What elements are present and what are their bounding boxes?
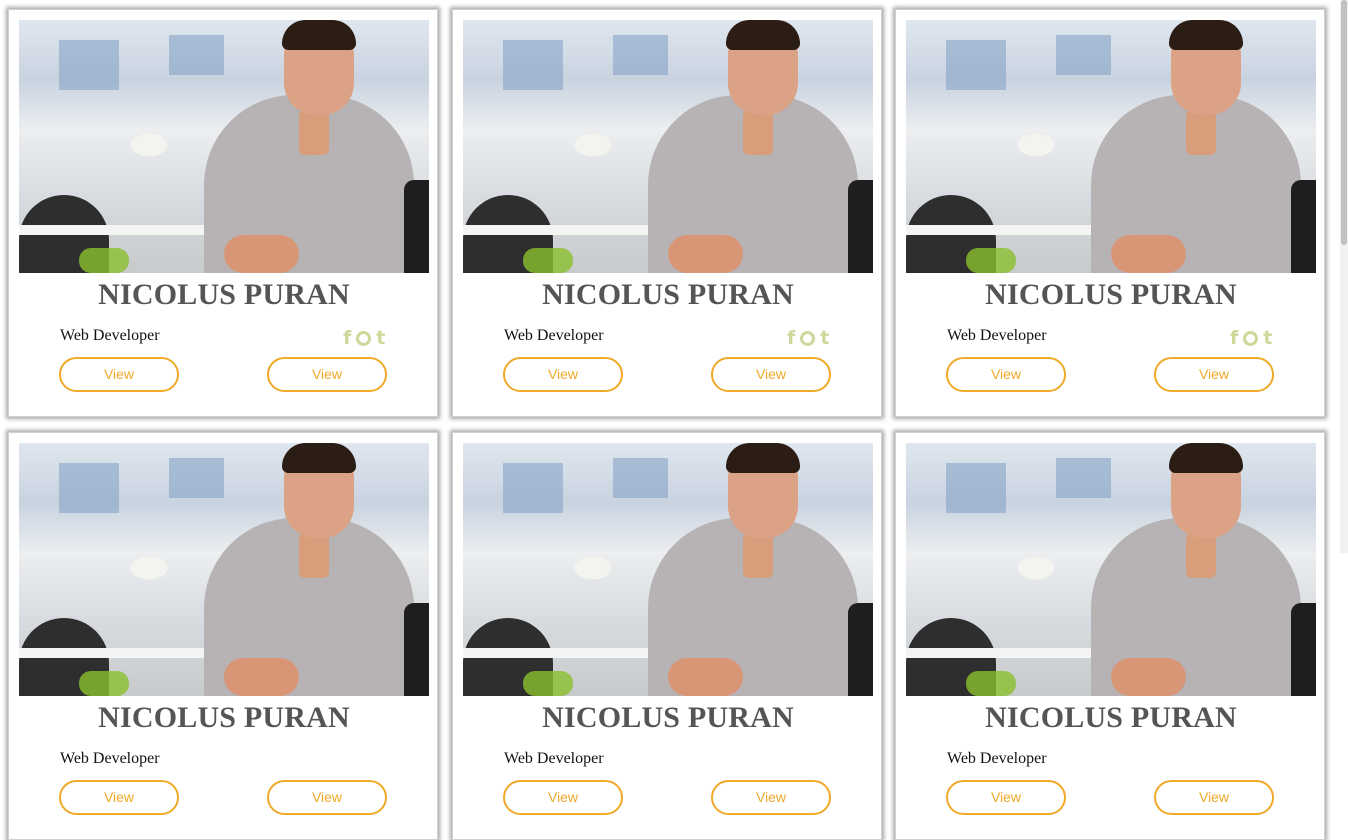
profile-photo [463,20,873,273]
profile-role: Web Developer [60,327,160,344]
profile-name: NICOLUS PURAN [542,701,794,734]
profile-photo [463,443,873,696]
profile-name: NICOLUS PURAN [98,701,350,734]
facebook-icon[interactable]: f [787,328,795,348]
tumblr-icon[interactable]: t [376,328,385,348]
view-button[interactable]: View [267,357,387,392]
vertical-scrollbar[interactable] [1340,0,1348,553]
view-button[interactable]: View [711,780,831,815]
profile-role: Web Developer [947,750,1047,767]
github-icon[interactable] [800,331,816,346]
view-button[interactable]: View [59,780,179,815]
view-button[interactable]: View [711,357,831,392]
view-button[interactable]: View [946,780,1066,815]
github-icon[interactable] [356,331,372,346]
profile-role: Web Developer [60,750,160,767]
profile-role: Web Developer [504,327,604,344]
view-button[interactable]: View [946,357,1066,392]
view-button[interactable]: View [59,357,179,392]
profile-role: Web Developer [947,327,1047,344]
tumblr-icon[interactable]: t [1263,328,1272,348]
profile-name: NICOLUS PURAN [985,278,1237,311]
facebook-icon[interactable]: f [1230,328,1238,348]
profile-name: NICOLUS PURAN [98,278,350,311]
social-links: f t [787,328,829,348]
github-icon[interactable] [1243,331,1259,346]
profile-card: NICOLUS PURAN Web Developer View View [895,432,1325,840]
profile-photo [19,443,429,696]
profile-card: NICOLUS PURAN Web Developer View View [452,432,882,840]
view-button[interactable]: View [503,357,623,392]
profile-photo [19,20,429,273]
social-links: f t [1230,328,1272,348]
profile-card: NICOLUS PURAN Web Developer f t View Vie… [452,9,882,417]
tumblr-icon[interactable]: t [820,328,829,348]
profile-card: NICOLUS PURAN Web Developer f t View Vie… [895,9,1325,417]
profile-card: NICOLUS PURAN Web Developer f t View Vie… [8,9,438,417]
profile-name: NICOLUS PURAN [985,701,1237,734]
view-button[interactable]: View [503,780,623,815]
profile-photo [906,443,1316,696]
profile-role: Web Developer [504,750,604,767]
profile-card: NICOLUS PURAN Web Developer View View [8,432,438,840]
facebook-icon[interactable]: f [343,328,351,348]
scrollbar-thumb[interactable] [1341,0,1347,245]
view-button[interactable]: View [1154,357,1274,392]
social-links: f t [343,328,385,348]
view-button[interactable]: View [1154,780,1274,815]
view-button[interactable]: View [267,780,387,815]
profile-photo [906,20,1316,273]
profile-name: NICOLUS PURAN [542,278,794,311]
